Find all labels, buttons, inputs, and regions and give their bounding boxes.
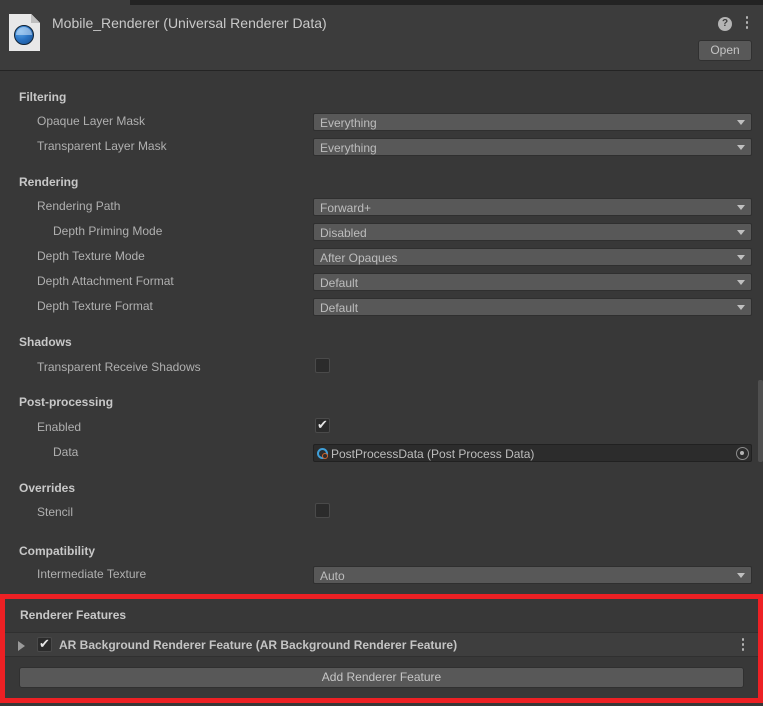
checkbox-transparent-receive-shadows[interactable] (315, 358, 330, 373)
chevron-down-icon (737, 280, 745, 285)
dropdown-intermediate-texture[interactable]: Auto (313, 566, 752, 584)
section-header-post-processing: Post-processing (19, 395, 114, 409)
section-header-renderer-features: Renderer Features (20, 608, 127, 622)
dropdown-opaque-layer-mask[interactable]: Everything (313, 113, 752, 131)
section-header-overrides: Overrides (19, 481, 76, 495)
section-header-rendering: Rendering (19, 175, 79, 189)
dropdown-value: Auto (320, 569, 345, 583)
object-picker-icon[interactable] (736, 447, 749, 460)
kebab-menu-icon[interactable] (741, 16, 753, 32)
renderer-feature-row[interactable]: AR Background Renderer Feature (AR Backg… (5, 632, 758, 657)
dropdown-depth-attachment-format[interactable]: Default (313, 273, 752, 291)
label-depth-attachment-format: Depth Attachment Format (37, 274, 174, 288)
section-header-filtering: Filtering (19, 90, 67, 104)
dropdown-value: Disabled (320, 226, 367, 240)
section-header-shadows: Shadows (19, 335, 72, 349)
chevron-down-icon (737, 205, 745, 210)
scriptable-object-document-icon (9, 14, 40, 51)
label-rendering-path: Rendering Path (37, 199, 121, 213)
objectfield-post-processing-data[interactable]: PostProcessData (Post Process Data) (313, 444, 752, 462)
chevron-down-icon (737, 230, 745, 235)
dropdown-value: Default (320, 301, 359, 315)
dropdown-depth-texture-format[interactable]: Default (313, 298, 752, 316)
vertical-scrollbar[interactable] (758, 72, 763, 594)
add-renderer-feature-button[interactable]: Add Renderer Feature (19, 667, 744, 688)
triangle-right-icon[interactable] (18, 641, 25, 651)
label-opaque-layer-mask: Opaque Layer Mask (37, 114, 146, 128)
label-depth-texture-format: Depth Texture Format (37, 299, 153, 313)
chevron-down-icon (737, 255, 745, 260)
label-stencil: Stencil (37, 505, 74, 519)
checkbox-renderer-feature-enabled[interactable] (37, 636, 52, 652)
checkbox-stencil[interactable] (315, 503, 330, 518)
dropdown-value: After Opaques (320, 251, 398, 265)
label-intermediate-texture: Intermediate Texture (37, 567, 147, 581)
renderer-features-highlight: Renderer Features AR Background Renderer… (0, 594, 763, 703)
label-transparent-receive-shadows: Transparent Receive Shadows (37, 360, 201, 374)
objectfield-value: PostProcessData (Post Process Data) (331, 447, 535, 461)
checkbox-post-processing-enabled[interactable] (315, 417, 330, 433)
dropdown-value: Forward+ (320, 201, 372, 215)
chevron-down-icon (737, 573, 745, 578)
scrollbar-thumb[interactable] (758, 380, 763, 462)
chevron-down-icon (737, 305, 745, 310)
inspector-header: Mobile_Renderer (Universal Renderer Data… (0, 5, 763, 71)
dropdown-depth-texture-mode[interactable]: After Opaques (313, 248, 752, 266)
dropdown-rendering-path[interactable]: Forward+ (313, 198, 752, 216)
label-transparent-layer-mask: Transparent Layer Mask (37, 139, 167, 153)
dropdown-depth-priming-mode[interactable]: Disabled (313, 223, 752, 241)
label-depth-texture-mode: Depth Texture Mode (37, 249, 145, 263)
renderer-feature-label: AR Background Renderer Feature (AR Backg… (59, 638, 458, 652)
label-depth-priming-mode: Depth Priming Mode (53, 224, 163, 238)
section-header-compatibility: Compatibility (19, 544, 96, 558)
dropdown-transparent-layer-mask[interactable]: Everything (313, 138, 752, 156)
label-post-processing-enabled: Enabled (37, 420, 82, 434)
inspector-body: Filtering Opaque Layer Mask Everything T… (0, 72, 763, 594)
label-post-processing-data: Data (53, 445, 79, 459)
kebab-menu-icon[interactable] (738, 638, 748, 653)
dropdown-value: Everything (320, 141, 377, 155)
scriptable-object-icon (317, 447, 330, 460)
help-icon[interactable]: ? (718, 17, 732, 31)
dropdown-value: Default (320, 276, 359, 290)
chevron-down-icon (737, 120, 745, 125)
chevron-down-icon (737, 145, 745, 150)
page-title: Mobile_Renderer (Universal Renderer Data… (52, 15, 327, 31)
open-button[interactable]: Open (698, 40, 752, 61)
dropdown-value: Everything (320, 116, 377, 130)
